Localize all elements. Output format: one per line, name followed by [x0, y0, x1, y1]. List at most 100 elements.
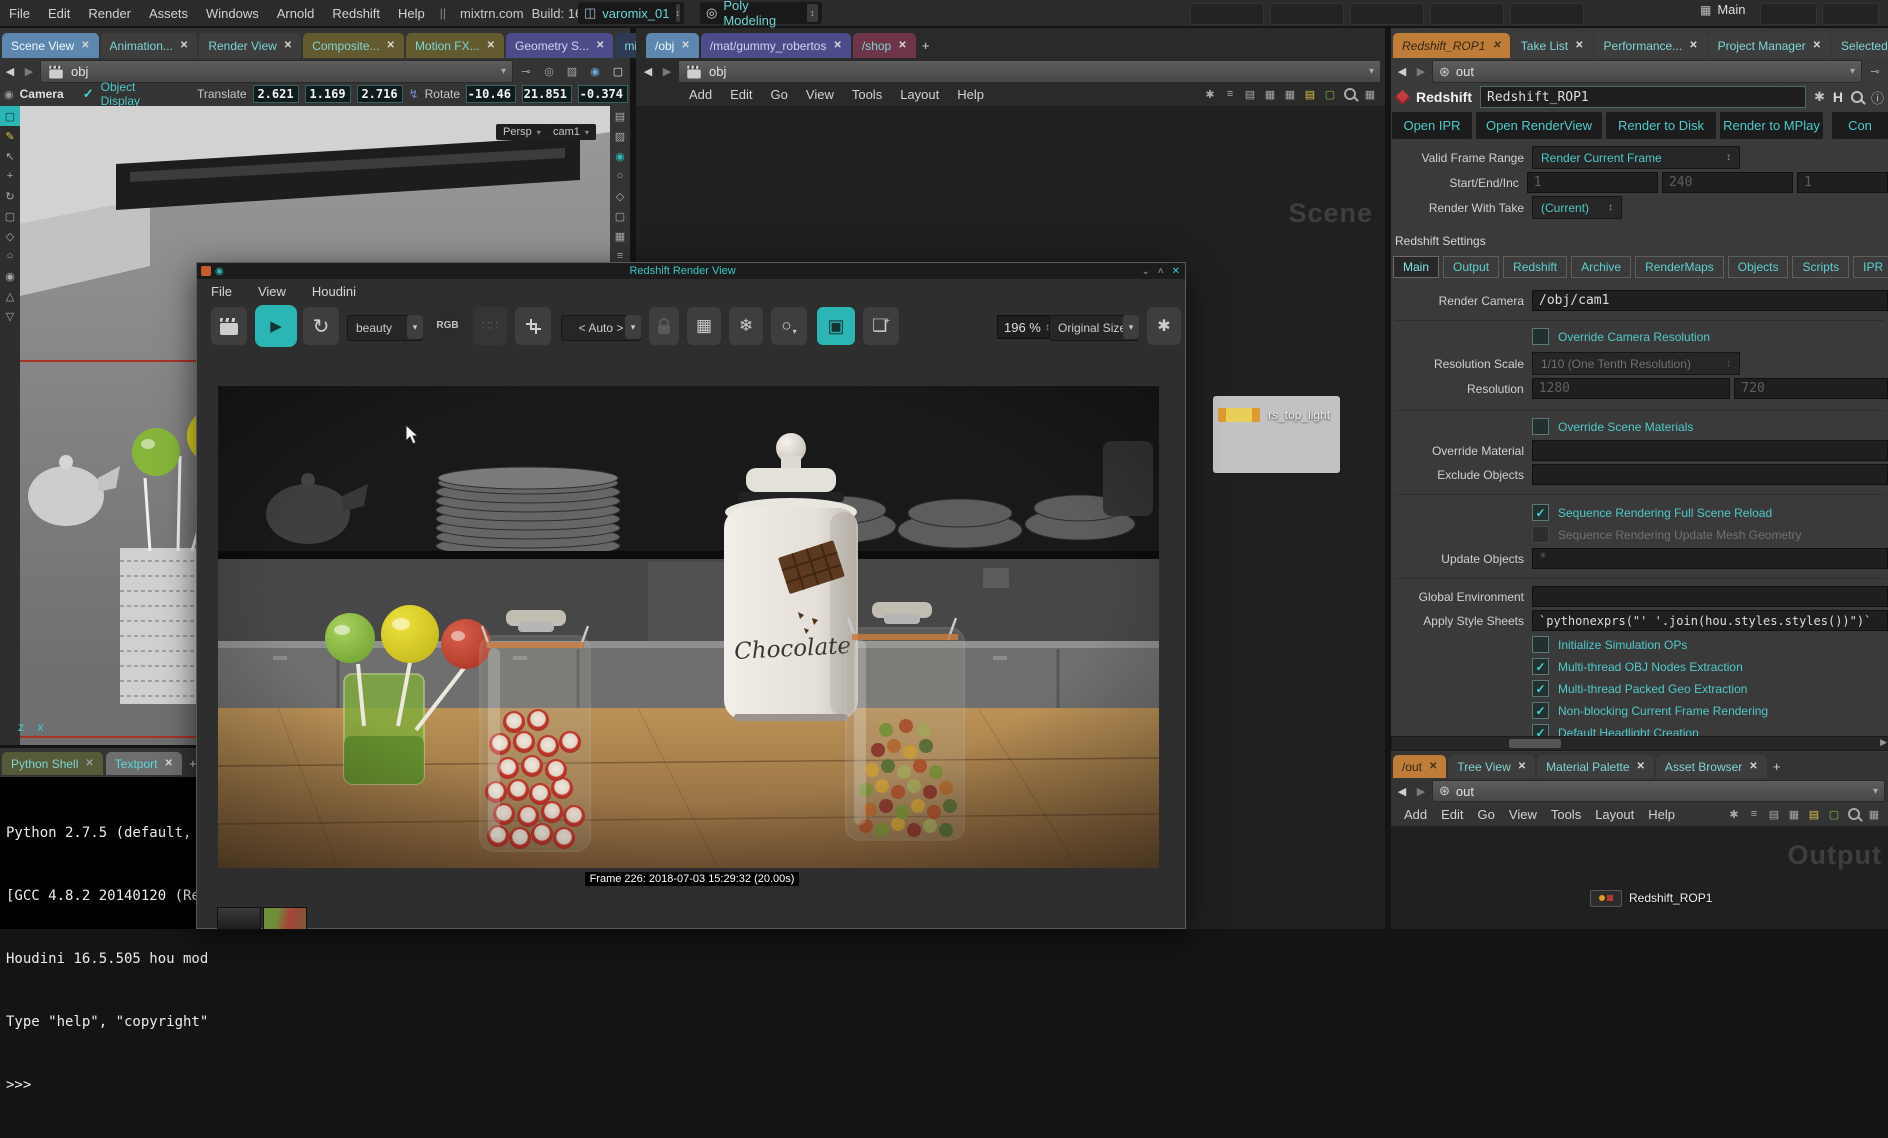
misc-tool-icon[interactable]: ▽ — [0, 306, 20, 326]
sphere-icon[interactable]: ◉ — [585, 62, 605, 82]
override-scene-materials-row[interactable]: ✓ Override Scene Materials — [1532, 418, 1693, 435]
tab-take-list[interactable]: Take List✕ — [1512, 33, 1593, 58]
multithread-packed-row[interactable]: ✓ Multi-thread Packed Geo Extraction — [1532, 680, 1747, 697]
tree-list-icon[interactable]: ≡ — [1220, 84, 1240, 104]
close-icon[interactable]: ✕ — [180, 40, 188, 51]
close-icon[interactable]: ✕ — [1429, 761, 1437, 772]
object-display-label[interactable]: Object Display — [101, 80, 175, 108]
grid-display-icon[interactable]: ▦ — [610, 226, 630, 246]
rotate-x-field[interactable]: -10.46 — [466, 85, 516, 103]
crop-region-button[interactable] — [515, 307, 551, 345]
rendered-image[interactable]: Chocolate — [218, 386, 1159, 868]
resolution-w-field[interactable]: 1280 — [1532, 378, 1731, 399]
shelf-button[interactable] — [1430, 3, 1504, 25]
palette-icon[interactable]: ▤ — [1300, 84, 1320, 104]
checkbox-icon[interactable]: ✓ — [1532, 636, 1549, 653]
start-render-button[interactable]: ▶ — [255, 305, 297, 347]
start-field[interactable]: 1 — [1527, 172, 1658, 193]
menu-render[interactable]: Render — [79, 6, 140, 21]
seq-update-mesh-row[interactable]: ✓ Sequence Rendering Update Mesh Geometr… — [1532, 526, 1801, 543]
params-hscrollbar[interactable]: ▶ — [1391, 736, 1888, 751]
render-to-disk-button[interactable]: Render to Disk — [1606, 112, 1716, 139]
grid-icon[interactable]: ▦ — [1784, 804, 1804, 824]
exclude-objects-field[interactable] — [1532, 464, 1888, 485]
new-tab-button[interactable]: + — [1769, 756, 1785, 778]
stab-output[interactable]: Output — [1443, 256, 1499, 278]
forward-icon[interactable]: ▶ — [659, 64, 675, 80]
checkbox-checked-icon[interactable]: ✓ — [1532, 680, 1549, 697]
tab-textport[interactable]: Textport✕ — [106, 752, 182, 775]
tab-animation[interactable]: Animation...✕ — [101, 33, 198, 58]
net-menu-view[interactable]: View — [797, 87, 843, 102]
shelf-button[interactable] — [1760, 3, 1817, 25]
rotate-y-field[interactable]: 21.851 — [522, 85, 572, 103]
stab-objects[interactable]: Objects — [1728, 256, 1789, 278]
init-sim-ops-row[interactable]: ✓ Initialize Simulation OPs — [1532, 636, 1687, 653]
snap-tool-icon[interactable]: ◉ — [0, 266, 20, 286]
render-camera-field[interactable]: /obj/cam1 — [1532, 290, 1888, 311]
view-tool-icon[interactable]: ▢ — [0, 106, 20, 126]
close-icon[interactable]: ✕ — [681, 40, 689, 51]
houdini-icon[interactable]: H — [1833, 89, 1843, 105]
render-settings-gear-button[interactable]: ✱ — [1147, 307, 1181, 345]
multithread-obj-row[interactable]: ✓ Multi-thread OBJ Nodes Extraction — [1532, 658, 1743, 675]
close-icon[interactable]: ✕ — [1689, 40, 1697, 51]
out-menu-help[interactable]: Help — [1641, 807, 1682, 822]
rv-menu-houdini[interactable]: Houdini — [312, 284, 356, 299]
stab-scripts[interactable]: Scripts — [1792, 256, 1849, 278]
tab-out[interactable]: /out✕ — [1393, 755, 1446, 778]
size-dropdown-button[interactable]: ▾ — [1123, 315, 1139, 339]
color-icon[interactable]: ▢ — [1824, 804, 1844, 824]
chevron-down-icon[interactable]: ▾ — [1873, 786, 1878, 797]
display-mode-icon[interactable]: ▤ — [1764, 804, 1784, 824]
close-icon[interactable]: ✕ — [487, 40, 495, 51]
tab-composite[interactable]: Composite...✕ — [303, 33, 404, 58]
camera-menu[interactable]: cam1 ▾ — [546, 124, 596, 140]
search-icon[interactable] — [1844, 804, 1864, 824]
forward-icon[interactable]: ▶ — [1413, 64, 1429, 80]
color-icon[interactable]: ▢ — [1320, 84, 1340, 104]
tab-selected-objects[interactable]: Selected Obje...✕ — [1832, 33, 1888, 58]
headlight-icon[interactable]: ○ — [610, 166, 630, 186]
back-icon[interactable]: ◀ — [2, 64, 18, 80]
desktop-tab-poly-modeling[interactable]: ◎ Poly Modeling ↕ — [700, 2, 822, 24]
tree-list-icon[interactable]: ≡ — [1744, 804, 1764, 824]
path-field[interactable]: ⊛ out ▾ — [1432, 780, 1885, 802]
maximize-icon[interactable]: ˄ — [1158, 266, 1164, 277]
menu-windows[interactable]: Windows — [197, 6, 268, 21]
zoom-level-field[interactable]: 196 %↕ — [997, 315, 1057, 339]
tab-redshift-rop1[interactable]: Redshift_ROP1✕ — [1393, 33, 1510, 58]
tab-obj[interactable]: /obj✕ — [646, 33, 699, 58]
tab-performance[interactable]: Performance...✕ — [1595, 33, 1707, 58]
handle-tool-icon[interactable]: ◇ — [0, 226, 20, 246]
grid2-icon[interactable]: ▦ — [1280, 84, 1300, 104]
menu-help[interactable]: Help — [389, 6, 434, 21]
inc-field[interactable]: 1 — [1797, 172, 1888, 193]
forward-icon[interactable]: ▶ — [21, 64, 37, 80]
end-field[interactable]: 240 — [1662, 172, 1793, 193]
thumb-grid-icon[interactable]: ▦ — [1864, 804, 1884, 824]
override-camera-res-row[interactable]: ✓ Override Camera Resolution — [1532, 328, 1710, 345]
grid-snap-icon[interactable]: ▦ — [1260, 84, 1280, 104]
snapshot-thumbnail[interactable] — [263, 907, 307, 930]
minimize-icon[interactable]: ⌄ — [1141, 266, 1149, 277]
gear-icon[interactable]: ✱ — [1814, 89, 1825, 105]
close-icon[interactable]: ✕ — [284, 40, 292, 51]
close-icon[interactable]: ✕ — [1492, 40, 1500, 51]
chevron-down-icon[interactable]: ▾ — [1369, 66, 1374, 77]
net-menu-layout[interactable]: Layout — [891, 87, 948, 102]
snapshot-thumbnail[interactable] — [217, 907, 261, 930]
rotate-z-field[interactable]: -0.374 — [578, 85, 628, 103]
restart-render-button[interactable]: ↻ — [303, 307, 339, 345]
menu-assets[interactable]: Assets — [140, 6, 197, 21]
net-menu-add[interactable]: Add — [680, 87, 721, 102]
close-icon[interactable]: ✕ — [596, 40, 604, 51]
back-icon[interactable]: ◀ — [1394, 783, 1410, 799]
non-blocking-row[interactable]: ✓ Non-blocking Current Frame Rendering — [1532, 702, 1768, 719]
close-icon[interactable]: ✕ — [1749, 761, 1757, 772]
desktop-tab-spinner[interactable]: ↕ — [807, 4, 818, 22]
move-tool-icon[interactable]: + — [0, 166, 20, 186]
menu-arnold[interactable]: Arnold — [268, 6, 324, 21]
display-opt-icon[interactable]: ▤ — [610, 106, 630, 126]
node-redshift-rop1[interactable]: Redshift_ROP1 — [1590, 890, 1712, 906]
